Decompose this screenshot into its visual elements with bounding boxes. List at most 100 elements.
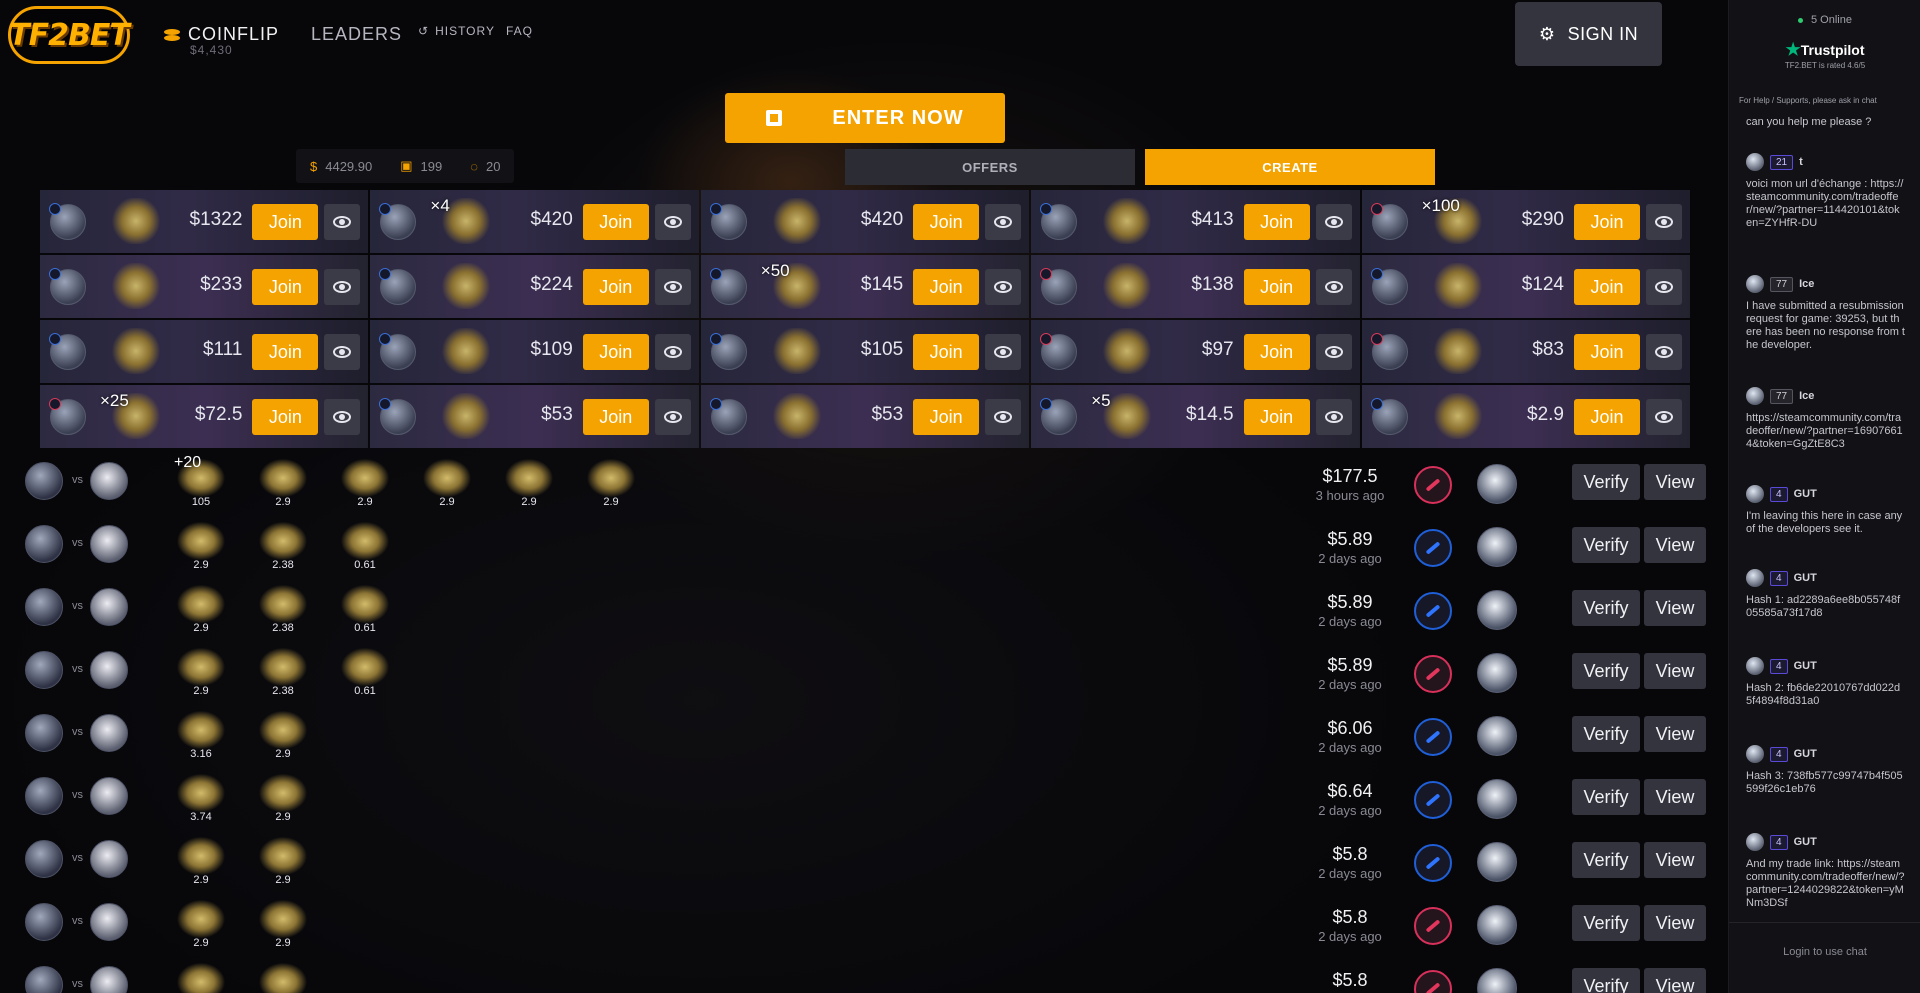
view-offer-button[interactable] (1315, 334, 1352, 370)
join-button[interactable]: Join (1243, 399, 1310, 435)
winner-avatar[interactable] (1477, 779, 1517, 819)
join-button[interactable]: Join (913, 269, 980, 305)
player-avatar[interactable] (1040, 268, 1078, 305)
player-avatar[interactable] (1370, 398, 1408, 435)
view-offer-button[interactable] (324, 269, 361, 305)
player1-avatar[interactable] (25, 651, 63, 689)
player-avatar[interactable] (1040, 333, 1078, 370)
chat-avatar[interactable] (1746, 657, 1764, 675)
chat-username[interactable]: Ice (1799, 278, 1814, 290)
chat-username[interactable]: t (1799, 156, 1803, 168)
view-offer-button[interactable] (985, 269, 1022, 305)
player-avatar[interactable] (49, 398, 86, 435)
player-avatar[interactable] (1040, 398, 1078, 435)
verify-button[interactable]: Verify (1572, 464, 1640, 500)
view-offer-button[interactable] (1645, 204, 1682, 240)
join-button[interactable]: Join (582, 399, 649, 435)
player1-avatar[interactable] (25, 966, 63, 993)
view-offer-button[interactable] (324, 204, 361, 240)
view-offer-button[interactable] (654, 334, 691, 370)
join-button[interactable]: Join (582, 334, 649, 370)
player-avatar[interactable] (49, 268, 86, 305)
verify-button[interactable]: Verify (1572, 779, 1640, 815)
player-avatar[interactable] (1370, 268, 1408, 305)
player1-avatar[interactable] (25, 840, 63, 878)
view-button[interactable]: View (1644, 464, 1706, 500)
player1-avatar[interactable] (25, 777, 63, 815)
view-button[interactable]: View (1644, 779, 1706, 815)
player1-avatar[interactable] (25, 588, 63, 626)
player2-avatar[interactable] (90, 651, 128, 689)
join-button[interactable]: Join (913, 334, 980, 370)
view-button[interactable]: View (1644, 653, 1706, 689)
sign-in-button[interactable]: ⚙ SIGN IN (1515, 2, 1662, 66)
view-button[interactable]: View (1644, 968, 1706, 993)
player-avatar[interactable] (49, 203, 86, 240)
view-button[interactable]: View (1644, 590, 1706, 626)
view-offer-button[interactable] (1645, 269, 1682, 305)
player-avatar[interactable] (709, 398, 747, 435)
player2-avatar[interactable] (90, 777, 128, 815)
winner-avatar[interactable] (1477, 527, 1517, 567)
view-offer-button[interactable] (1315, 399, 1352, 435)
chat-avatar[interactable] (1746, 833, 1764, 851)
join-button[interactable]: Join (913, 204, 980, 240)
player2-avatar[interactable] (90, 966, 128, 993)
player-avatar[interactable] (709, 203, 747, 240)
winner-avatar[interactable] (1477, 968, 1517, 993)
chat-username[interactable]: GUT (1794, 748, 1817, 760)
view-offer-button[interactable] (324, 334, 361, 370)
player1-avatar[interactable] (25, 462, 63, 500)
join-button[interactable]: Join (582, 204, 649, 240)
tab-create[interactable]: CREATE (1145, 149, 1435, 185)
join-button[interactable]: Join (252, 334, 319, 370)
verify-button[interactable]: Verify (1572, 527, 1640, 563)
player-avatar[interactable] (709, 268, 747, 305)
view-offer-button[interactable] (1645, 334, 1682, 370)
player1-avatar[interactable] (25, 525, 63, 563)
site-logo[interactable]: TF2BET (8, 6, 130, 64)
join-button[interactable]: Join (1573, 204, 1640, 240)
join-button[interactable]: Join (582, 269, 649, 305)
verify-button[interactable]: Verify (1572, 716, 1640, 752)
chat-username[interactable]: GUT (1794, 488, 1817, 500)
player-avatar[interactable] (379, 203, 417, 240)
verify-button[interactable]: Verify (1572, 968, 1640, 993)
player2-avatar[interactable] (90, 714, 128, 752)
join-button[interactable]: Join (1243, 204, 1310, 240)
view-offer-button[interactable] (985, 334, 1022, 370)
player-avatar[interactable] (379, 268, 417, 305)
winner-avatar[interactable] (1477, 842, 1517, 882)
player1-avatar[interactable] (25, 714, 63, 752)
player-avatar[interactable] (379, 398, 417, 435)
view-offer-button[interactable] (654, 204, 691, 240)
player-avatar[interactable] (379, 333, 417, 370)
join-button[interactable]: Join (1243, 334, 1310, 370)
verify-button[interactable]: Verify (1572, 653, 1640, 689)
nav-coinflip[interactable]: COINFLIP (164, 24, 279, 45)
player2-avatar[interactable] (90, 840, 128, 878)
winner-avatar[interactable] (1477, 653, 1517, 693)
chat-avatar[interactable] (1746, 485, 1764, 503)
verify-button[interactable]: Verify (1572, 842, 1640, 878)
view-offer-button[interactable] (985, 399, 1022, 435)
join-button[interactable]: Join (913, 399, 980, 435)
chat-avatar[interactable] (1746, 275, 1764, 293)
chat-username[interactable]: GUT (1794, 660, 1817, 672)
player-avatar[interactable] (709, 333, 747, 370)
view-offer-button[interactable] (324, 399, 361, 435)
chat-avatar[interactable] (1746, 153, 1764, 171)
view-offer-button[interactable] (654, 399, 691, 435)
view-button[interactable]: View (1644, 905, 1706, 941)
view-button[interactable]: View (1644, 527, 1706, 563)
chat-avatar[interactable] (1746, 569, 1764, 587)
view-offer-button[interactable] (1645, 399, 1682, 435)
winner-avatar[interactable] (1477, 716, 1517, 756)
join-button[interactable]: Join (1573, 399, 1640, 435)
nav-faq[interactable]: FAQ (506, 24, 533, 38)
nav-leaders[interactable]: LEADERS (311, 24, 402, 45)
tab-offers[interactable]: OFFERS (845, 149, 1135, 185)
join-button[interactable]: Join (252, 269, 319, 305)
player-avatar[interactable] (1040, 203, 1078, 240)
winner-avatar[interactable] (1477, 590, 1517, 630)
